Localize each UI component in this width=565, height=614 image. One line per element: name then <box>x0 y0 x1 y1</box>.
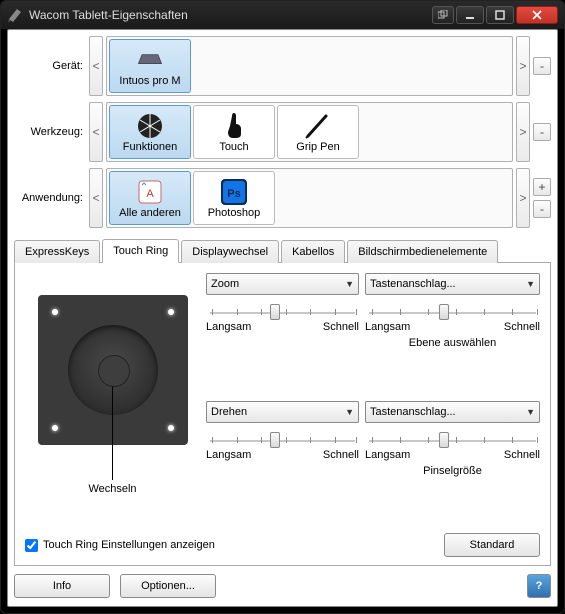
tab-bar: ExpressKeys Touch Ring Displaywechsel Ka… <box>14 238 551 263</box>
functions-icon <box>135 112 165 140</box>
slider-min-label: Langsam <box>206 449 251 461</box>
chevron-down-icon: ▼ <box>526 407 535 417</box>
show-settings-checkbox[interactable]: Touch Ring Einstellungen anzeigen <box>25 539 215 552</box>
chevron-down-icon: ▼ <box>345 279 354 289</box>
device-row-label: Gerät: <box>14 60 89 72</box>
help-button[interactable]: ? <box>527 574 551 598</box>
tl-speed-slider[interactable]: Langsam Schnell <box>206 303 359 333</box>
info-button[interactable]: Info <box>14 574 110 598</box>
br-function-combo[interactable]: Tastenanschlag... ▼ <box>365 401 540 423</box>
tl-function-combo[interactable]: Zoom ▼ <box>206 273 359 295</box>
window-title: Wacom Tablett-Eigenschaften <box>29 8 432 22</box>
tool-tile-label: Grip Pen <box>296 142 339 153</box>
bl-function-combo[interactable]: Drehen ▼ <box>206 401 359 423</box>
allapps-icon: A <box>135 178 165 206</box>
app-tile-label: Photoshop <box>208 208 261 219</box>
svg-text:Ps: Ps <box>227 188 240 200</box>
slider-min-label: Langsam <box>365 321 410 333</box>
tab-displaywechsel[interactable]: Displaywechsel <box>181 240 279 263</box>
bl-speed-slider[interactable]: Langsam Schnell <box>206 431 359 461</box>
minimize-button[interactable] <box>456 6 484 24</box>
app-tile-label: Alle anderen <box>119 208 181 219</box>
tab-touchring[interactable]: Touch Ring <box>102 239 179 263</box>
tool-tile-touch[interactable]: Touch <box>193 105 275 159</box>
combo-value: Tastenanschlag... <box>370 278 456 290</box>
device-prev-button[interactable]: < <box>89 36 103 96</box>
tr-sub-label: Ebene auswählen <box>365 337 540 349</box>
app-add-button[interactable]: + <box>533 178 551 196</box>
app-tile-photoshop[interactable]: Ps Photoshop <box>193 171 275 225</box>
tab-kabellos[interactable]: Kabellos <box>281 240 345 263</box>
center-mode-label: Wechseln <box>88 483 136 495</box>
touchring-preview <box>38 295 188 445</box>
app-prev-button[interactable]: < <box>89 168 103 228</box>
options-button[interactable]: Optionen... <box>120 574 216 598</box>
compat-button[interactable] <box>432 6 454 24</box>
tool-next-button[interactable]: > <box>516 102 530 162</box>
app-tile-allothers[interactable]: A Alle anderen <box>109 171 191 225</box>
close-button[interactable] <box>516 6 558 24</box>
tool-tile-label: Funktionen <box>123 142 177 153</box>
slider-min-label: Langsam <box>206 321 251 333</box>
tool-prev-button[interactable]: < <box>89 102 103 162</box>
tool-row-label: Werkzeug: <box>14 126 89 138</box>
device-tile-intuos[interactable]: Intuos pro M <box>109 39 191 93</box>
tool-tile-label: Touch <box>219 142 248 153</box>
slider-max-label: Schnell <box>504 449 540 461</box>
app-next-button[interactable]: > <box>516 168 530 228</box>
tool-remove-button[interactable]: - <box>533 123 551 141</box>
titlebar[interactable]: Wacom Tablett-Eigenschaften <box>1 1 564 29</box>
combo-value: Zoom <box>211 278 239 290</box>
tr-function-combo[interactable]: Tastenanschlag... ▼ <box>365 273 540 295</box>
default-button[interactable]: Standard <box>444 533 540 557</box>
slider-max-label: Schnell <box>504 321 540 333</box>
touch-icon <box>219 112 249 140</box>
combo-value: Tastenanschlag... <box>370 406 456 418</box>
tool-tile-functions[interactable]: Funktionen <box>109 105 191 159</box>
device-strip: Intuos pro M <box>106 36 513 96</box>
show-settings-checkbox-input[interactable] <box>25 539 38 552</box>
app-remove-button[interactable]: - <box>533 200 551 218</box>
checkbox-label: Touch Ring Einstellungen anzeigen <box>43 539 215 551</box>
svg-text:A: A <box>146 188 154 200</box>
tab-expresskeys[interactable]: ExpressKeys <box>14 240 100 263</box>
slider-min-label: Langsam <box>365 449 410 461</box>
chevron-down-icon: ▼ <box>526 279 535 289</box>
app-strip: A Alle anderen Ps Photoshop <box>106 168 513 228</box>
device-tile-label: Intuos pro M <box>119 76 180 87</box>
photoshop-icon: Ps <box>219 178 249 206</box>
touchring-panel: Zoom ▼ Langsam Schnell <box>14 263 551 566</box>
app-row-label: Anwendung: <box>14 192 89 204</box>
device-remove-button[interactable]: - <box>533 57 551 75</box>
br-sub-label: Pinselgröße <box>365 465 540 477</box>
pen-icon <box>303 112 333 140</box>
tablet-icon <box>135 46 165 74</box>
combo-value: Drehen <box>211 406 247 418</box>
app-icon <box>7 7 23 23</box>
maximize-button[interactable] <box>486 6 514 24</box>
tool-tile-grippen[interactable]: Grip Pen <box>277 105 359 159</box>
slider-max-label: Schnell <box>323 449 359 461</box>
tool-strip: Funktionen Touch Grip Pen <box>106 102 513 162</box>
slider-max-label: Schnell <box>323 321 359 333</box>
chevron-down-icon: ▼ <box>345 407 354 417</box>
tr-speed-slider[interactable]: Langsam Schnell <box>365 303 540 333</box>
tab-bildschirmbedienelemente[interactable]: Bildschirmbedienelemente <box>347 240 498 263</box>
br-speed-slider[interactable]: Langsam Schnell <box>365 431 540 461</box>
device-next-button[interactable]: > <box>516 36 530 96</box>
